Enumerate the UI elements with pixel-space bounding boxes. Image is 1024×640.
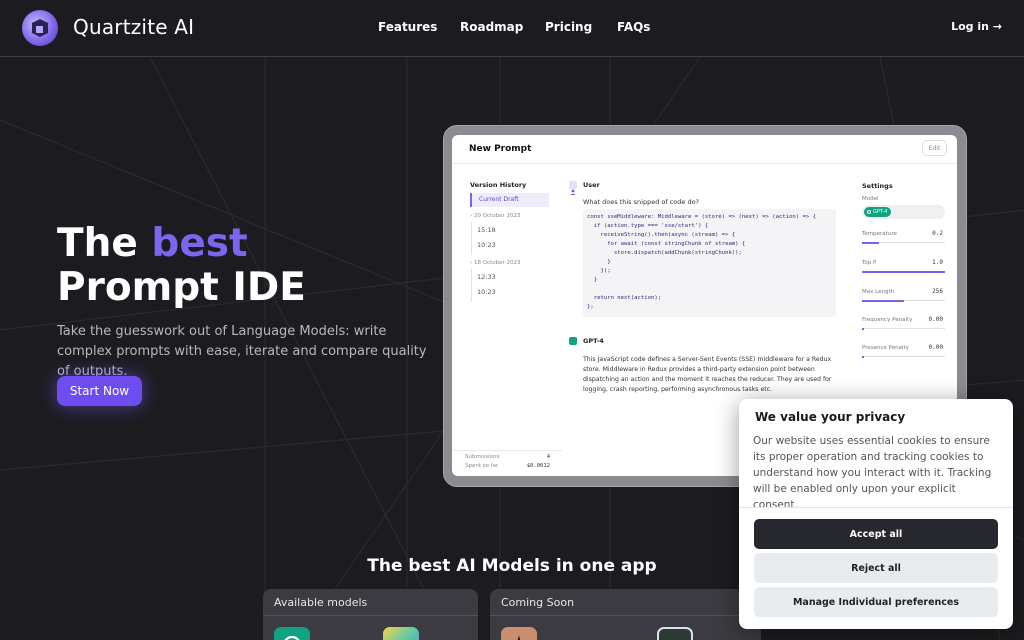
model-label: Model <box>862 196 879 202</box>
model-icon[interactable] <box>383 627 419 640</box>
hero-title: The best Prompt IDE <box>57 222 306 310</box>
submissions-label: Submissions <box>465 454 500 460</box>
version-time[interactable]: 10:23 <box>477 241 496 249</box>
param-label: Max Length <box>862 289 895 295</box>
cookie-title: We value your privacy <box>755 410 906 424</box>
reject-all-button[interactable]: Reject all <box>754 553 998 583</box>
gpt-icon <box>569 337 577 351</box>
nav-features[interactable]: Features <box>378 20 437 34</box>
param-value: 1.0 <box>932 259 943 266</box>
assistant-label: GPT-4 <box>583 337 604 345</box>
param-label: Presence Penalty <box>862 345 909 351</box>
model-chip[interactable]: GPT-4 <box>864 207 892 217</box>
param-slider-fill[interactable] <box>862 355 864 358</box>
nav-pricing[interactable]: Pricing <box>545 20 592 34</box>
spent-label: Spent so far <box>465 463 499 469</box>
available-models-card: Available models <box>263 589 478 640</box>
param-label: Frequency Penalty <box>862 317 913 323</box>
cookie-text: Our website uses essential cookies to en… <box>753 435 992 511</box>
hero-title-accent: best <box>151 221 248 266</box>
coming-soon-card: Coming Soon <box>490 589 761 640</box>
version-time[interactable]: 12:33 <box>477 273 496 281</box>
version-current-draft[interactable]: Current Draft <box>470 193 549 207</box>
gpt-icon <box>867 210 871 214</box>
coming-soon-title: Coming Soon <box>501 596 575 609</box>
hero-subtitle: Take the guesswork out of Language Model… <box>57 324 427 379</box>
model-icon[interactable] <box>657 627 693 640</box>
settings-title: Settings <box>862 182 893 190</box>
cookie-consent-dialog: We value your privacy Our website uses e… <box>739 399 1013 629</box>
version-date: › 20 October 2023 <box>470 213 521 219</box>
logo-icon[interactable] <box>22 10 58 46</box>
param-slider-fill[interactable] <box>862 270 945 273</box>
user-label: User <box>583 181 600 189</box>
divider <box>263 615 478 616</box>
param-slider-fill[interactable] <box>862 299 904 302</box>
assistant-answer: This JavaScript code defines a Server-Se… <box>583 356 832 393</box>
nav-roadmap[interactable]: Roadmap <box>460 20 523 34</box>
param-slider[interactable] <box>862 328 945 329</box>
version-date: › 18 October 2023 <box>470 260 521 266</box>
param-value: 0.00 <box>928 316 943 323</box>
brand-name[interactable]: Quartzite AI <box>73 15 194 39</box>
login-link[interactable]: Log in → <box>951 20 1002 33</box>
param-value: 0.2 <box>932 230 943 237</box>
prompt-title: New Prompt <box>469 144 532 154</box>
param-label: Temperature <box>862 231 897 237</box>
divider <box>739 507 1013 508</box>
divider <box>490 615 761 616</box>
divider <box>452 163 957 164</box>
param-slider[interactable] <box>862 356 945 357</box>
manage-preferences-button[interactable]: Manage Individual preferences <box>754 587 998 617</box>
anthropic-icon[interactable] <box>501 627 537 640</box>
version-time[interactable]: 15:18 <box>477 226 496 234</box>
user-icon <box>569 181 577 195</box>
hero-title-the: The <box>57 221 152 266</box>
openai-icon[interactable] <box>274 627 310 640</box>
version-history-title: Version History <box>470 181 527 189</box>
top-navbar: Quartzite AI Features Roadmap Pricing FA… <box>0 0 1024 57</box>
spent-value: $0.0012 <box>526 463 550 469</box>
available-models-title: Available models <box>274 596 368 609</box>
hero-title-line2: Prompt IDE <box>57 265 306 310</box>
user-question: What does this snipped of code do? <box>583 198 700 206</box>
version-timeline <box>471 222 472 255</box>
version-time[interactable]: 10:23 <box>477 288 496 296</box>
nav-faqs[interactable]: FAQs <box>617 20 650 34</box>
version-timeline <box>471 269 472 302</box>
accept-all-button[interactable]: Accept all <box>754 519 998 549</box>
code-snippet: const sseMiddleware: Middleware = (store… <box>583 209 836 317</box>
model-value: GPT-4 <box>873 209 888 215</box>
start-now-button[interactable]: Start Now <box>57 376 142 406</box>
param-label: Top P <box>862 260 877 266</box>
param-slider-fill[interactable] <box>862 241 879 244</box>
edit-button[interactable]: Edit <box>922 140 947 156</box>
param-value: 256 <box>932 288 943 295</box>
divider <box>452 450 562 451</box>
param-value: 0.00 <box>928 344 943 351</box>
param-slider-fill[interactable] <box>862 327 864 330</box>
submissions-value: 4 <box>546 454 550 460</box>
